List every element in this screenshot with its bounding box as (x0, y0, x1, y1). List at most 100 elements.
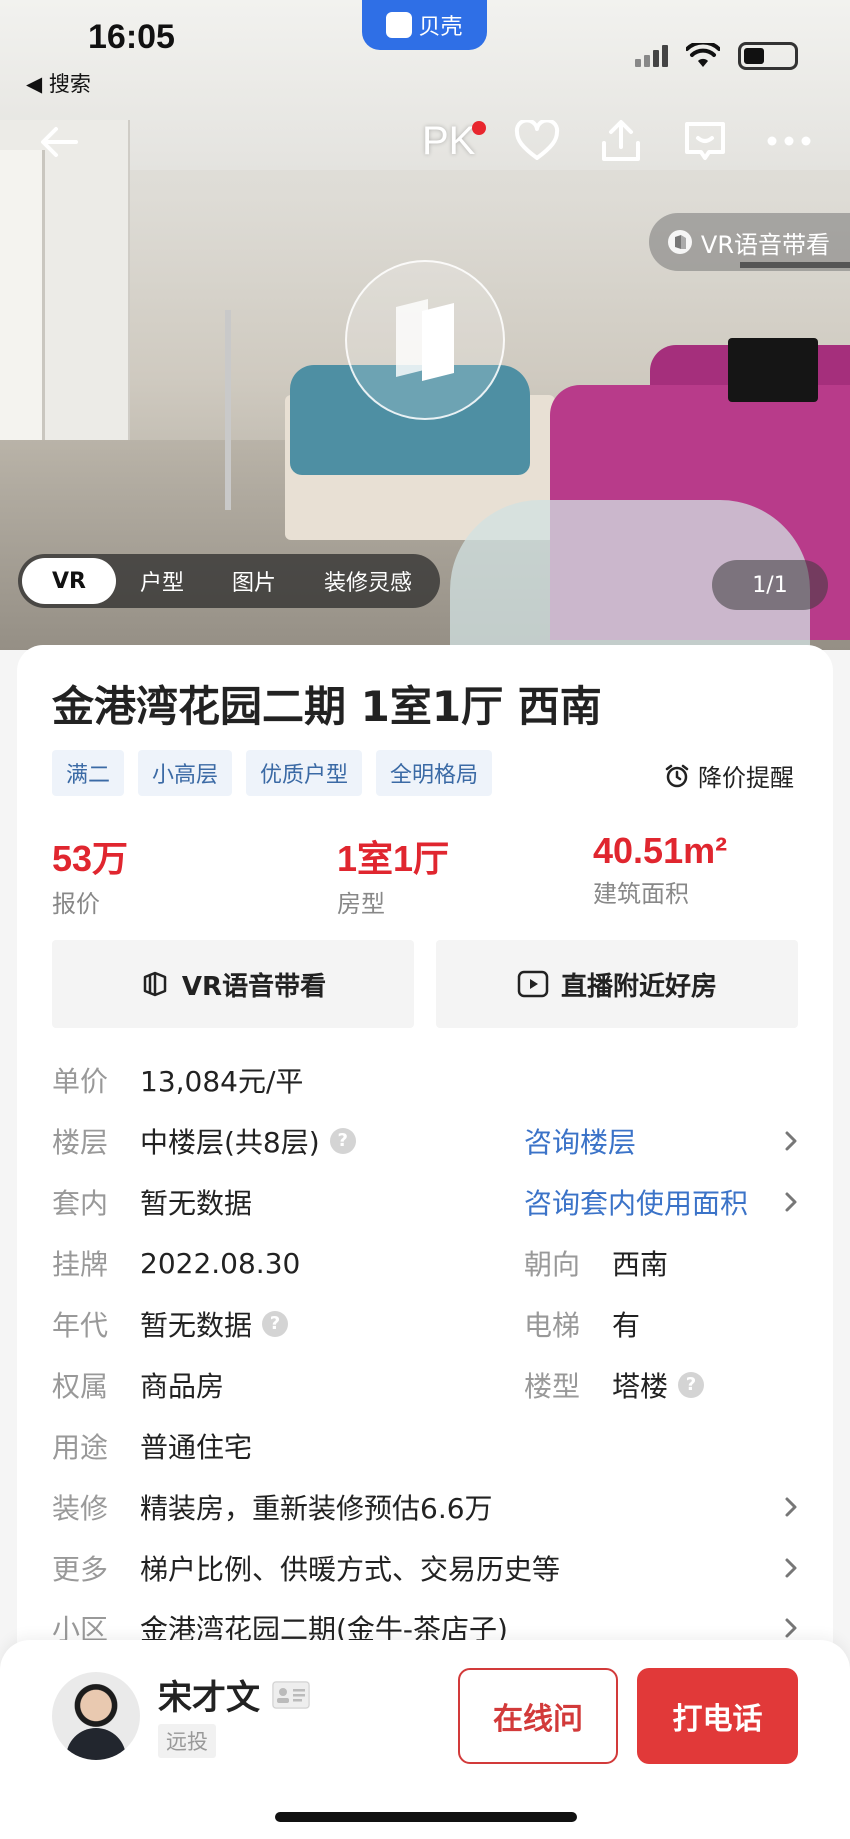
detail-value: 精装房，重新装修预估6.6万 (140, 1492, 493, 1525)
detail-value: 西南 (612, 1248, 669, 1281)
listing-card (17, 645, 833, 1685)
detail-key: 朝向 (524, 1248, 581, 1281)
detail-value: 中楼层(共8层) (140, 1126, 320, 1159)
battery-icon (738, 42, 798, 70)
help-icon[interactable]: ? (262, 1311, 289, 1337)
call-button[interactable]: 打电话 (637, 1668, 798, 1764)
agent-name-row[interactable]: 宋才文 (158, 1670, 310, 1719)
favorite-button[interactable] (512, 116, 562, 166)
detail-building-type: 楼型 塔楼 ? (524, 1365, 705, 1405)
detail-key: 年代 (52, 1309, 109, 1342)
vr-voice-button[interactable]: VR语音带看 (52, 940, 414, 1028)
status-time: 16:05 (88, 18, 175, 56)
help-icon[interactable]: ? (329, 1128, 356, 1154)
detail-value: 有 (612, 1309, 641, 1342)
heart-icon (514, 120, 560, 160)
detail-value: 13,084元/平 (140, 1065, 304, 1098)
home-indicator[interactable] (275, 1812, 577, 1822)
ask-floor-link[interactable]: 咨询楼层 (524, 1121, 636, 1161)
ask-inner-area-link[interactable]: 咨询套内使用面积 (524, 1182, 748, 1222)
vr-panels-icon (396, 299, 454, 381)
detail-more[interactable]: 更多 梯户比例、供暖方式、交易历史等 (52, 1548, 812, 1588)
detail-key: 套内 (52, 1187, 109, 1220)
chevron-right-icon[interactable] (784, 1557, 798, 1579)
vr-cube-icon (667, 230, 692, 254)
detail-key: 权属 (52, 1370, 109, 1403)
stat-price: 53万 报价 (52, 830, 128, 919)
status-app-pill: 贝壳 (362, 0, 487, 50)
agent-name: 宋才文 (158, 1678, 260, 1718)
share-icon (602, 120, 640, 161)
pk-button[interactable]: PK (422, 118, 486, 164)
vr-voice-button-label: VR语音带看 (181, 971, 327, 1002)
stat-layout: 1室1厅 房型 (337, 830, 449, 919)
detail-elevator: 电梯 有 (524, 1304, 640, 1344)
nav-actions: PK (422, 116, 814, 166)
detail-listing-date: 挂牌 2022.08.30 (52, 1243, 300, 1283)
live-nearby-button-label: 直播附近好房 (560, 971, 717, 1002)
tab-decor-ideas[interactable]: 装修灵感 (300, 558, 436, 604)
detail-value: 普通住宅 (140, 1431, 253, 1464)
video-play-icon (517, 970, 549, 998)
stat-area: 40.51m² 建筑面积 (593, 830, 727, 909)
id-card-icon (272, 1680, 310, 1709)
more-icon (767, 136, 811, 146)
stat-price-label: 报价 (52, 890, 100, 918)
key-stats: 53万 报价 1室1厅 房型 40.51m² 建筑面积 (52, 830, 812, 918)
stat-layout-value: 1室1厅 (337, 838, 450, 879)
hero-bag (728, 338, 818, 402)
detail-decoration[interactable]: 装修 精装房，重新装修预估6.6万 (52, 1487, 812, 1527)
vr-play-button[interactable] (345, 260, 505, 420)
detail-value: 暂无数据 (140, 1309, 253, 1342)
stat-area-value: 40.51m² (593, 830, 728, 871)
detail-key: 楼型 (524, 1370, 581, 1403)
more-button[interactable] (764, 116, 814, 166)
detail-key: 挂牌 (52, 1248, 109, 1281)
detail-usage: 用途 普通住宅 (52, 1426, 252, 1466)
stat-layout-label: 房型 (337, 890, 385, 918)
detail-value: 塔楼 (612, 1370, 669, 1403)
online-chat-button[interactable]: 在线问 (458, 1668, 618, 1764)
detail-inner: 套内 暂无数据 (52, 1182, 252, 1222)
detail-unit-price: 单价 13,084元/平 (52, 1060, 303, 1100)
wifi-icon (686, 43, 720, 67)
tab-floorplan[interactable]: 户型 (116, 558, 208, 604)
live-nearby-button[interactable]: 直播附近好房 (436, 940, 798, 1028)
chevron-right-icon[interactable] (784, 1191, 798, 1213)
status-back-app[interactable]: ◀ 搜索 (26, 68, 91, 98)
detail-key: 更多 (52, 1553, 109, 1586)
detail-key: 用途 (52, 1431, 109, 1464)
chevron-right-icon[interactable] (784, 1496, 798, 1518)
alarm-clock-icon (665, 764, 689, 787)
agent-tag: 远投 (158, 1724, 216, 1758)
detail-orientation: 朝向 西南 (524, 1243, 668, 1283)
share-button[interactable] (596, 116, 646, 166)
tab-photos[interactable]: 图片 (208, 558, 300, 604)
price-alert-label: 降价提醒 (698, 764, 794, 792)
status-app-name: 贝壳 (418, 15, 463, 40)
pk-badge-dot (472, 120, 486, 135)
back-arrow-icon[interactable] (36, 118, 84, 166)
detail-floor: 楼层 中楼层(共8层) ? (52, 1121, 356, 1161)
message-button[interactable] (680, 116, 730, 166)
tab-vr[interactable]: VR (22, 558, 116, 604)
price-alert-button[interactable]: 降价提醒 (664, 758, 794, 793)
pk-label: PK (422, 118, 476, 163)
image-counter: 1/1 (712, 560, 828, 610)
vr-cube-icon (143, 971, 167, 997)
page-title: 金港湾花园二期 1室1厅 西南 (52, 682, 602, 731)
tag-mid-rise: 小高层 (138, 750, 233, 796)
detail-key: 楼层 (52, 1126, 109, 1159)
detail-value: 梯户比例、供暖方式、交易历史等 (140, 1553, 561, 1586)
stat-price-value: 53万 (52, 838, 129, 879)
chevron-right-icon[interactable] (784, 1130, 798, 1152)
tag-full-two: 满二 (52, 750, 125, 796)
avatar[interactable] (52, 1672, 140, 1760)
help-icon[interactable]: ? (678, 1372, 705, 1398)
message-icon (685, 122, 725, 160)
media-tabs: VR 户型 图片 装修灵感 (18, 554, 441, 608)
vr-voice-chip-label: VR语音带看 (700, 230, 830, 259)
chevron-right-icon[interactable] (784, 1617, 798, 1639)
status-icons (635, 42, 798, 70)
vr-voice-chip[interactable]: VR语音带看 (648, 213, 850, 271)
